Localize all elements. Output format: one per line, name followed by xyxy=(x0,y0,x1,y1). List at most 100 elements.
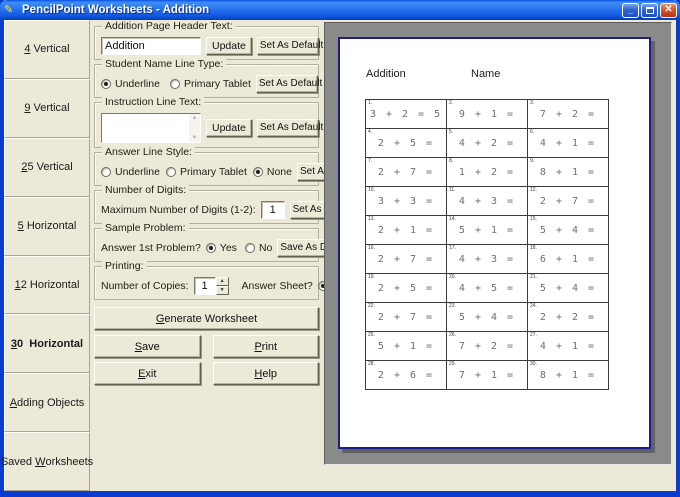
copies-input[interactable] xyxy=(193,277,216,295)
exit-button[interactable]: Exit xyxy=(94,362,201,385)
printing-group: Printing: Number of Copies: ▲ ▼ Answer S… xyxy=(94,260,382,300)
generate-worksheet-button[interactable]: Generate Worksheet xyxy=(94,307,319,330)
problem-number: 6. xyxy=(530,129,535,135)
sample-radio-group: Yes No xyxy=(205,242,272,254)
print-button[interactable]: Print xyxy=(212,335,319,358)
problem-expression: 2 + 7 = xyxy=(377,311,435,323)
sidebar-item-saved-worksheets[interactable]: Saved Worksheets xyxy=(1,432,94,491)
radio-yes[interactable]: Yes xyxy=(205,242,237,254)
problem-expression: 5 + 4 = xyxy=(539,224,597,236)
problem-expression: 3 + 2 = 5 xyxy=(369,108,443,120)
problem-number: 22. xyxy=(368,303,375,309)
problem-number: 30. xyxy=(530,361,537,367)
button-accel: S xyxy=(134,340,143,353)
radio-label: Underline xyxy=(115,166,160,178)
sidebar-item-25-vertical[interactable]: 25 Vertical xyxy=(4,137,90,197)
problem-number: 18. xyxy=(530,245,537,251)
button-label: xit xyxy=(145,367,157,380)
problem-number: 25. xyxy=(368,332,375,338)
sidebar-item-9-vertical[interactable]: 9 Vertical xyxy=(4,78,90,138)
radio-underline[interactable]: Underline xyxy=(101,166,160,178)
save-button[interactable]: Save xyxy=(94,335,201,358)
problem-expression: 2 + 6 = xyxy=(377,369,435,381)
number-of-digits-group: Number of Digits: Maximum Number of Digi… xyxy=(94,184,356,224)
spinner-down-button[interactable]: ▼ xyxy=(215,286,229,295)
sample-problem-group: Sample Problem: Answer 1st Problem? Yes N… xyxy=(94,222,352,262)
problem-number: 26. xyxy=(449,332,456,338)
problem-expression: 5 + 4 = xyxy=(458,311,516,323)
app-icon: ✎ xyxy=(4,4,14,16)
worksheet-problem: 4. 2 + 5 = xyxy=(366,129,447,158)
worksheet-problem: 25. 5 + 1 = xyxy=(366,332,447,361)
sidebar-item-label: orksheets xyxy=(45,455,94,468)
radio-label: Yes xyxy=(219,242,237,254)
problem-number: 19. xyxy=(368,274,375,280)
answer-line-radio-group: Underline Primary Tablet None xyxy=(101,166,292,178)
button-label: ave xyxy=(142,340,160,353)
instruction-set-default-button[interactable]: Set As Default xyxy=(256,119,323,137)
problem-number: 21. xyxy=(530,274,537,280)
radio-underline[interactable]: Underline xyxy=(101,78,160,90)
problem-number: 20. xyxy=(449,274,456,280)
problem-expression: 5 + 1 = xyxy=(458,224,516,236)
sidebar-item-12-horizontal[interactable]: 12 Horizontal xyxy=(4,255,90,315)
close-button[interactable]: ✕ xyxy=(660,2,677,18)
instruction-text-input[interactable] xyxy=(102,114,189,142)
radio-primary-tablet[interactable]: Primary Tablet xyxy=(169,78,251,90)
copies-spinner: ▲ ▼ xyxy=(193,277,229,295)
problem-expression: 8 + 1 = xyxy=(539,369,597,381)
worksheet-problem: 7. 2 + 7 = xyxy=(366,158,447,187)
radio-label: Primary Tablet xyxy=(179,166,247,178)
header-update-button[interactable]: Update xyxy=(206,37,252,55)
worksheet-problem: 19. 2 + 5 = xyxy=(366,274,447,303)
problem-expression: 4 + 2 = xyxy=(458,137,516,149)
sidebar-item-4-vertical[interactable]: 4 Vertical xyxy=(4,20,90,79)
scroll-up-icon[interactable]: ▲ xyxy=(192,115,198,121)
radio-primary-tablet[interactable]: Primary Tablet xyxy=(165,166,247,178)
worksheet-problem: 11. 4 + 3 = xyxy=(447,187,528,216)
name-line-set-default-button[interactable]: Set As Default xyxy=(255,75,322,93)
header-set-default-button[interactable]: Set As Default xyxy=(256,37,323,55)
radio-label: None xyxy=(266,166,292,178)
name-line-radio-group: Underline Primary Tablet xyxy=(101,78,251,90)
maximize-button[interactable] xyxy=(641,2,658,18)
help-button[interactable]: Help xyxy=(212,362,319,385)
worksheet-page: Addition Name 1. 3 + 2 = 5 2. 9 + 1 = 3. 7 + … xyxy=(338,37,651,449)
radio-label: Underline xyxy=(115,78,160,90)
instruction-update-button[interactable]: Update xyxy=(206,119,252,137)
copies-label: Number of Copies: xyxy=(101,280,189,292)
worksheet-problem: 8. 1 + 2 = xyxy=(447,158,528,187)
problem-expression: 8 + 1 = xyxy=(539,166,597,178)
sidebar-item-label: A xyxy=(9,396,18,409)
problem-expression: 5 + 4 = xyxy=(539,282,597,294)
problem-number: 9. xyxy=(530,158,535,164)
sidebar-item-label: Vertical xyxy=(30,102,70,115)
worksheet-type-sidebar: 4 Vertical 9 Vertical 2 5 Vertical 5 Horizon… xyxy=(1,20,94,491)
radio-label: Primary Tablet xyxy=(183,78,251,90)
sidebar-item-adding-objects[interactable]: Adding Objects xyxy=(4,373,90,433)
problem-expression: 6 + 1 = xyxy=(539,253,597,265)
sidebar-item-label: W xyxy=(35,455,46,468)
answer-sheet-label: Answer Sheet? xyxy=(241,280,313,292)
problem-number: 16. xyxy=(368,245,375,251)
instruction-scrollbar[interactable]: ▲ ▼ xyxy=(189,114,200,142)
close-icon: ✕ xyxy=(664,4,673,15)
radio-circle-icon xyxy=(169,79,180,89)
sidebar-item-label: Vertical xyxy=(30,43,70,56)
worksheet-problem: 29. 7 + 1 = xyxy=(447,361,528,390)
radio-none[interactable]: None xyxy=(252,166,292,178)
minimize-button[interactable]: _ xyxy=(622,2,639,18)
sidebar-item-5-horizontal[interactable]: 5 Horizontal xyxy=(4,196,90,256)
header-text-input[interactable] xyxy=(101,37,201,55)
spinner-up-button[interactable]: ▲ xyxy=(215,277,229,286)
sidebar-item-30-horizontal[interactable]: 30 Horizontal xyxy=(4,314,90,374)
scroll-down-icon[interactable]: ▼ xyxy=(192,135,198,141)
problem-expression: 7 + 2 = xyxy=(539,108,597,120)
problem-number: 14. xyxy=(449,216,456,222)
max-digits-input[interactable] xyxy=(260,201,285,219)
problem-number: 23. xyxy=(449,303,456,309)
worksheet-problem: 16. 2 + 7 = xyxy=(366,245,447,274)
worksheet-problem: 10. 3 + 3 = xyxy=(366,187,447,216)
radio-no[interactable]: No xyxy=(244,242,272,254)
worksheet-problem: 30. 8 + 1 = xyxy=(528,361,609,390)
